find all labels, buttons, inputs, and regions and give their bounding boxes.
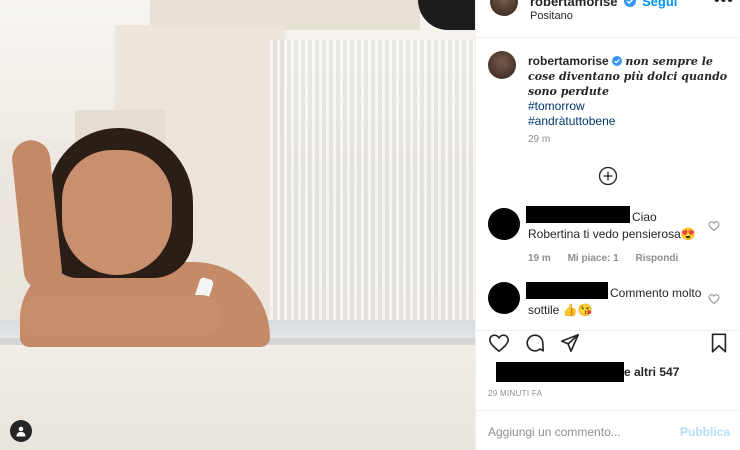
verified-badge-icon [612, 56, 623, 66]
comment-meta: 19 m Mi piace: 1 Rispondi [528, 253, 692, 264]
comment-text: Commento molto sottile 👍😘 [528, 286, 702, 317]
heart-icon[interactable] [488, 332, 510, 354]
caption-username[interactable]: robertamorise [528, 54, 609, 68]
person-forearm [22, 295, 222, 337]
waterfall [270, 40, 475, 330]
user-icon [16, 426, 26, 437]
action-bar [476, 330, 740, 358]
comment-timestamp: 19 m [528, 253, 551, 264]
redacted-liker [496, 362, 624, 382]
comment-icon[interactable] [524, 332, 546, 354]
comment-avatar[interactable] [488, 282, 520, 314]
location-link[interactable]: Positano [530, 10, 573, 22]
post-timestamp[interactable]: 29 MINUTI FA [488, 389, 542, 398]
comment-likes[interactable]: Mi piace: 1 [568, 253, 619, 264]
publish-button[interactable]: Pubblica [680, 425, 730, 439]
comment-text: Ciao Robertina ti vedo pensierosa😍 [528, 210, 696, 241]
post-photo[interactable] [0, 0, 475, 450]
follow-button[interactable]: Segui [642, 0, 677, 9]
share-icon[interactable] [559, 332, 581, 354]
comment-input[interactable] [488, 423, 668, 441]
person-arm [10, 138, 64, 292]
caption-timestamp: 29 m [528, 134, 551, 145]
hashtag-link[interactable]: #tomorrow [528, 99, 728, 114]
reply-button[interactable]: Rispondi [636, 253, 679, 264]
post-caption: robertamorise non sempre le cose diventa… [528, 54, 728, 129]
heart-icon[interactable] [708, 220, 720, 232]
hashtag-link[interactable]: #andràtuttobene [528, 114, 728, 129]
bookmark-icon[interactable] [708, 332, 730, 354]
comment-item: Ciao Robertina ti vedo pensierosa😍 19 m … [476, 206, 740, 266]
post-header: robertamorise Segui ••• Positano [476, 0, 740, 38]
tagged-users-button[interactable] [10, 420, 32, 442]
post-side-panel: robertamorise Segui ••• Positano roberta… [475, 0, 740, 450]
header-username[interactable]: robertamorise [530, 0, 617, 9]
likes-count-text[interactable]: e altri 547 [624, 365, 679, 379]
likes-summary[interactable]: e altri 547 [488, 360, 738, 382]
comment-avatar[interactable] [488, 208, 520, 240]
verified-badge-icon [624, 0, 636, 7]
heart-icon[interactable] [708, 293, 720, 305]
load-more-comments-icon[interactable] [598, 166, 618, 186]
pool-ledge [0, 345, 475, 450]
person-face [62, 150, 172, 275]
comment-item: Commento molto sottile 👍😘 [476, 282, 740, 322]
more-options-icon[interactable]: ••• [714, 0, 734, 10]
add-comment-bar: Pubblica [476, 410, 740, 450]
avatar[interactable] [490, 0, 518, 16]
caption-avatar[interactable] [488, 51, 516, 79]
